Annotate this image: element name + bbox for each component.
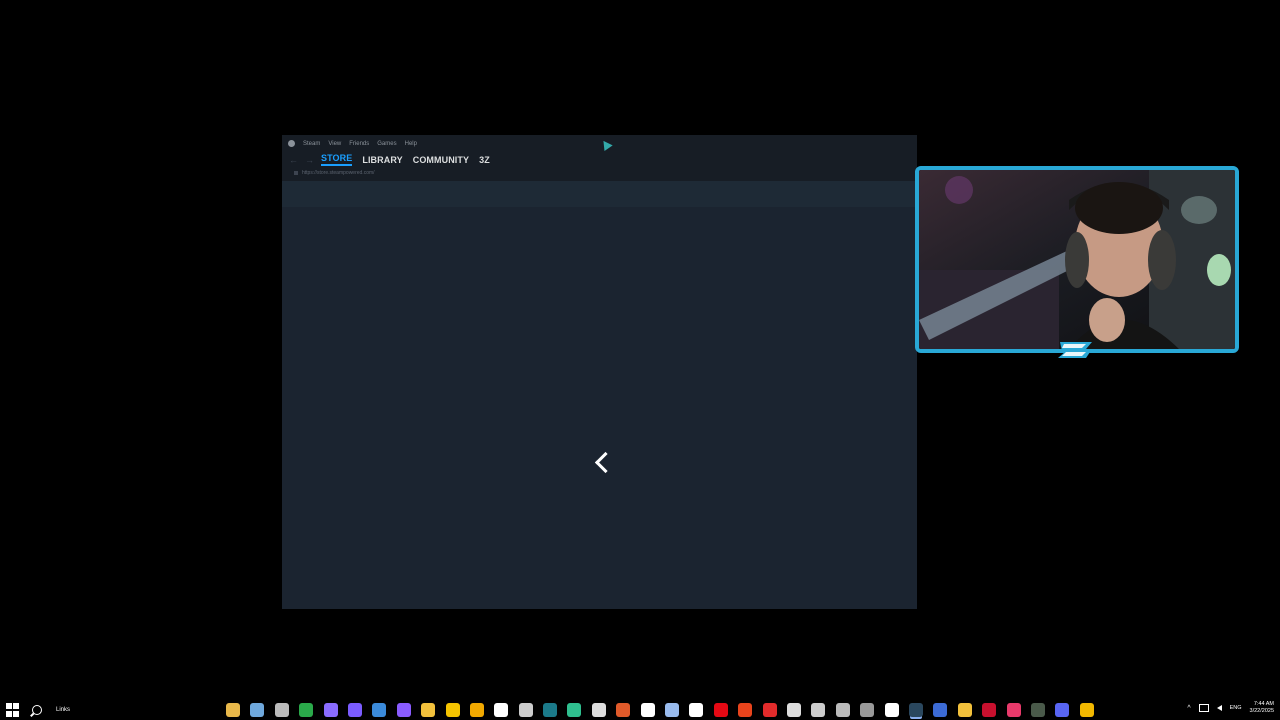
menu-games[interactable]: Games [377,141,396,147]
app-yellow-icon[interactable] [421,703,436,717]
app-icon[interactable] [274,703,289,717]
chrome-icon[interactable] [1079,703,1094,717]
main-nav: ← → STORE LIBRARY COMMUNITY 3Z [289,153,500,166]
title-bar: Steam View Friends Games Help ← → STORE … [282,135,917,181]
steam-icon[interactable] [908,703,923,717]
discord-icon[interactable] [1055,703,1070,717]
clock[interactable]: 7:44 AM 3/22/2025 [1250,701,1274,715]
app-dark-icon[interactable] [1030,703,1045,717]
menu-steam[interactable]: Steam [303,141,320,147]
youtube-icon[interactable] [762,703,777,717]
lock-icon [294,170,298,175]
app-orange-icon[interactable] [738,703,753,717]
back-arrow-icon[interactable]: ← [289,155,305,165]
links-toolbar[interactable]: Links [56,707,70,713]
search-icon[interactable] [32,705,42,715]
app-green-icon[interactable] [567,703,582,717]
clock-date: 3/22/2025 [1249,708,1274,714]
tray-chevron-icon[interactable]: ^ [1187,705,1190,712]
settings-icon[interactable] [860,703,875,717]
speaker-icon[interactable] [1216,705,1222,711]
app-bird-icon[interactable] [591,703,606,717]
file-explorer-icon[interactable] [226,703,240,717]
app-red-icon[interactable] [616,703,631,717]
xbox-icon[interactable] [299,703,314,717]
z-logo-icon [1058,342,1092,358]
menu-view[interactable]: View [328,141,341,147]
recycle-icon[interactable] [250,703,265,717]
language-indicator[interactable]: ENG [1230,705,1242,711]
app-mail-icon[interactable] [884,703,899,717]
store-subnav-placeholder [282,181,917,207]
menu-help[interactable]: Help [405,141,417,147]
mouse-cursor-icon [599,137,613,152]
url-text: https://store.steampowered.com/ [302,170,375,176]
tab-community[interactable]: COMMUNITY [413,155,469,165]
steam-logo-icon [288,140,295,147]
netflix-icon[interactable] [713,703,728,717]
rockstar-icon[interactable] [469,703,484,717]
app-ship-icon[interactable] [665,703,680,717]
webcam-overlay [915,166,1239,353]
norton-icon[interactable] [445,703,460,717]
video-editor-icon[interactable] [396,703,411,717]
chevron-left-icon [594,451,617,474]
clock-time: 7:44 AM [1253,701,1274,707]
url-bar: https://store.steampowered.com/ [294,170,375,176]
forward-arrow-icon[interactable]: → [305,155,321,165]
app-pink-icon[interactable] [1006,703,1021,717]
tab-library[interactable]: LIBRARY [362,155,402,165]
webcam-image [919,170,1235,349]
app-circle-icon[interactable] [811,703,826,717]
network-icon[interactable] [1198,704,1209,712]
windows-start-icon[interactable] [6,703,20,717]
tab-profile[interactable]: 3Z [479,155,490,165]
app-smile-icon[interactable] [957,703,972,717]
menu-bar: Steam View Friends Games Help [288,140,417,147]
epic-icon[interactable] [786,703,801,717]
taskbar-apps [226,703,1094,717]
app-purple-icon[interactable] [323,703,338,717]
calendar-icon[interactable] [494,703,509,717]
steam-window: Steam View Friends Games Help ← → STORE … [282,135,917,609]
document-icon[interactable] [689,703,704,717]
adobe-icon[interactable] [982,703,997,717]
app-teal-icon[interactable] [543,703,558,717]
system-tray: ^ ENG 7:44 AM 3/22/2025 [1187,701,1274,715]
app-x-icon[interactable] [640,703,655,717]
grid-app-icon[interactable] [347,703,362,717]
menu-friends[interactable]: Friends [349,141,369,147]
obs-icon[interactable] [518,703,533,717]
app-ball-icon[interactable] [835,703,850,717]
app-blue-icon[interactable] [933,703,948,717]
shield-icon[interactable] [372,703,387,717]
tab-store[interactable]: STORE [321,153,353,166]
